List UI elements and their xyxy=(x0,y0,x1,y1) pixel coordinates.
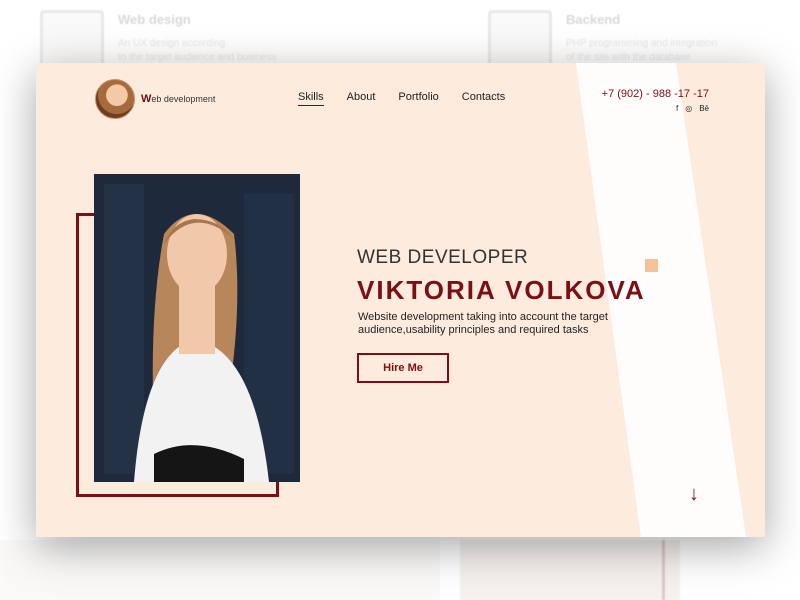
logo[interactable]: Web development xyxy=(95,79,215,119)
nav-skills[interactable]: Skills xyxy=(298,91,324,106)
scroll-down-arrow-icon[interactable]: ↓ xyxy=(689,483,699,506)
phone-number[interactable]: +7 (902) - 988 -17 -17 xyxy=(602,88,709,100)
behance-icon[interactable]: Bē xyxy=(699,104,709,113)
nav-about[interactable]: About xyxy=(347,91,376,106)
hire-me-button[interactable]: Hire Me xyxy=(357,353,449,383)
landing-card: Web development Skills About Portfolio C… xyxy=(36,63,765,537)
avatar xyxy=(95,79,135,119)
bg-card-title: Web design xyxy=(118,12,191,27)
logo-initial: W xyxy=(141,93,152,105)
logo-text: Web development xyxy=(141,93,215,105)
bg-card-text: An UX design according xyxy=(118,38,226,49)
facebook-icon[interactable]: f xyxy=(676,104,678,113)
instagram-icon[interactable]: ◎ xyxy=(685,104,692,113)
bg-card-text: PHP programming and integration xyxy=(566,38,718,49)
hero-name: VIKTORIA VOLKOVA xyxy=(357,275,646,305)
hero-role: WEB DEVELOPER xyxy=(357,247,529,268)
social-links: f ◎ Bē xyxy=(676,104,709,113)
portrait-illustration xyxy=(94,174,300,482)
nav-contacts[interactable]: Contacts xyxy=(462,91,505,106)
hero-description: Website development taking into account … xyxy=(358,311,608,336)
bg-strip xyxy=(0,540,440,600)
bg-frame-accent xyxy=(637,540,665,600)
portrait-photo xyxy=(94,174,300,482)
main-nav: Skills About Portfolio Contacts xyxy=(298,91,528,106)
nav-portfolio[interactable]: Portfolio xyxy=(398,91,438,106)
logo-label: eb development xyxy=(151,94,216,104)
bg-card-title: Backend xyxy=(566,12,621,27)
accent-square xyxy=(645,259,658,272)
